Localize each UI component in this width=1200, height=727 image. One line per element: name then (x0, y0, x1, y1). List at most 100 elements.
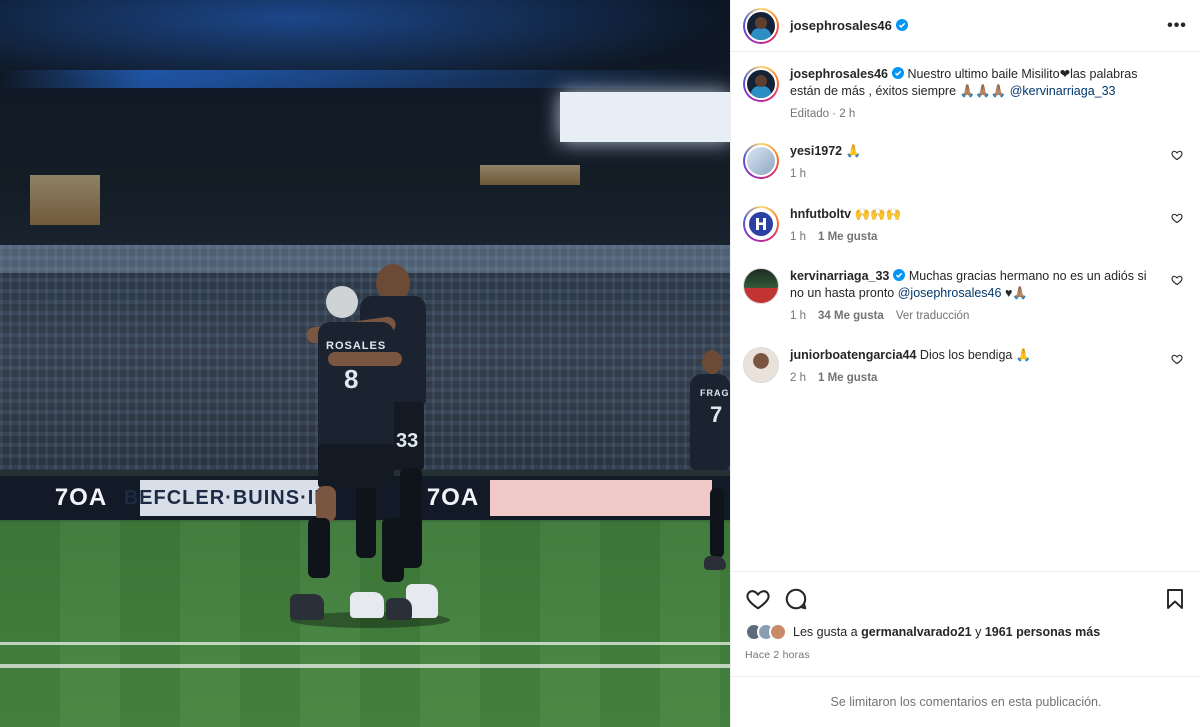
pitch-line (0, 664, 730, 668)
comment-username[interactable]: hnfutboltv (790, 207, 851, 221)
comment-username[interactable]: kervinarriaga_33 (790, 269, 889, 283)
comment-body: hnfutboltv 🙌🙌🙌 1 h 1 Me gusta (790, 206, 1160, 246)
player-number: 7 (710, 402, 723, 427)
post-sidebar: josephrosales46 ••• josephrosales46 Nues… (730, 0, 1200, 727)
player-boot (290, 594, 324, 620)
caption-username[interactable]: josephrosales46 (790, 67, 888, 81)
comment-time: 2 h (790, 372, 806, 384)
verified-badge-icon (895, 19, 908, 31)
player-boot (704, 556, 726, 570)
author-avatar-image (745, 9, 777, 42)
post-time: Hace 2 horas (745, 649, 810, 661)
author-username-text[interactable]: josephrosales46 (790, 18, 892, 33)
comment-text: 🙌🙌🙌 (854, 207, 902, 221)
player-head (326, 286, 358, 318)
comments-limited-notice: Se limitaron los comentarios en esta pub… (731, 676, 1200, 727)
comment-like-heart-icon[interactable] (1171, 212, 1183, 224)
player-leg (382, 518, 404, 582)
more-horizontal-icon[interactable]: ••• (1166, 15, 1188, 37)
caption-mention[interactable]: @kervinarriaga_33 (1010, 84, 1116, 98)
comment-avatar[interactable] (743, 347, 779, 383)
comment-avatar[interactable] (743, 268, 779, 304)
comment-avatar-image (745, 145, 777, 177)
player-shorts (318, 444, 394, 488)
ad-segment (490, 480, 712, 516)
comment-item: juniorboatengarcia44 Dios los bendiga 🙏 … (743, 347, 1187, 387)
verified-badge-icon (891, 67, 904, 79)
comment-text: Dios los bendiga 🙏 (919, 348, 1032, 362)
liker-avatar (769, 623, 787, 641)
instagram-post: 7OA BEFCLER·BUINS·INI 7OA 33 ROSALES 8 F… (0, 0, 1200, 727)
comment-body: juniorboatengarcia44 Dios los bendiga 🙏 … (790, 347, 1160, 387)
player-leg (316, 486, 336, 522)
post-caption: josephrosales46 Nuestro ultimo baile Mis… (743, 66, 1187, 123)
comment-trailing: ♥🙏🏽 (1004, 286, 1028, 300)
comment-meta: 1 h 1 Me gusta (790, 229, 1160, 246)
likes-first-user[interactable]: germanalvarado21 (861, 625, 971, 639)
concourse-window (480, 165, 580, 185)
comment-icon[interactable] (783, 586, 809, 612)
comment-time: 1 h (790, 231, 806, 243)
caption-avatar-image (745, 68, 777, 100)
bookmark-icon[interactable] (1163, 587, 1187, 611)
caption-avatar[interactable] (743, 66, 779, 102)
likes-summary[interactable]: Les gusta a germanalvarado21 y 1961 pers… (745, 623, 1187, 641)
likes-others[interactable]: 1961 personas más (985, 625, 1100, 639)
comment-likes[interactable]: 1 Me gusta (818, 229, 877, 246)
comment-username[interactable]: juniorboatengarcia44 (790, 348, 916, 362)
comment-item: kervinarriaga_33 Muchas gracias hermano … (743, 268, 1187, 325)
stadium-led-band (0, 70, 730, 88)
verified-badge-icon (893, 269, 906, 281)
post-header: josephrosales46 ••• (731, 0, 1200, 52)
likes-prefix: Les gusta a (793, 625, 858, 639)
comment-like-heart-icon[interactable] (1171, 353, 1183, 365)
author-username[interactable]: josephrosales46 (790, 18, 908, 33)
comment-item: hnfutboltv 🙌🙌🙌 1 h 1 Me gusta (743, 206, 1187, 246)
stadium-screen (560, 92, 730, 142)
likes-connector: y (975, 625, 982, 639)
player-boot (386, 598, 412, 620)
ad-segment: BEFCLER·BUINS·INI (124, 480, 335, 516)
heart-icon[interactable] (745, 586, 771, 612)
player-number: 8 (344, 364, 359, 394)
caption-meta: Editado · 2 h (790, 106, 1160, 123)
comment-meta: 1 h (790, 166, 1160, 183)
player-name: ROSALES (326, 340, 387, 352)
translate-link[interactable]: Ver traducción (896, 308, 970, 325)
comment-text: 🙏 (845, 144, 862, 158)
comment-avatar-image (745, 208, 777, 240)
comment-like-heart-icon[interactable] (1171, 274, 1183, 286)
player-arm (328, 352, 402, 366)
likes-text: Les gusta a germanalvarado21 y 1961 pers… (793, 625, 1100, 639)
comment-meta: 1 h 34 Me gusta Ver traducción (790, 308, 1160, 325)
pitch-line (0, 642, 730, 645)
comment-like-heart-icon[interactable] (1171, 149, 1183, 161)
comment-username[interactable]: yesi1972 (790, 144, 842, 158)
comment-avatar[interactable] (743, 143, 779, 179)
player-8: ROSALES 8 (290, 282, 412, 622)
player-leg (710, 488, 724, 558)
player-head (702, 350, 722, 374)
action-bar (745, 584, 1187, 614)
comment-body: kervinarriaga_33 Muchas gracias hermano … (790, 268, 1160, 325)
concourse-window (30, 175, 100, 225)
post-photo[interactable]: 7OA BEFCLER·BUINS·INI 7OA 33 ROSALES 8 F… (0, 0, 730, 727)
comment-body: yesi1972 🙏 1 h (790, 143, 1160, 183)
player-7: FRAGA 7 (686, 350, 730, 575)
author-avatar[interactable] (743, 7, 779, 44)
comment-likes[interactable]: 1 Me gusta (818, 370, 877, 387)
player-name: FRAGA (700, 388, 730, 398)
comment-time: 1 h (790, 310, 806, 322)
comment-meta: 2 h 1 Me gusta (790, 370, 1160, 387)
caption-body: josephrosales46 Nuestro ultimo baile Mis… (790, 66, 1160, 123)
caption-edited-time: Editado · 2 h (790, 108, 856, 120)
comment-mention[interactable]: @josephrosales46 (898, 286, 1002, 300)
comment-avatar[interactable] (743, 206, 779, 242)
hn-logo-icon (749, 212, 773, 236)
comment-likes[interactable]: 34 Me gusta (818, 308, 884, 325)
post-actions: Les gusta a germanalvarado21 y 1961 pers… (731, 571, 1200, 677)
ad-segment: 7OA (54, 484, 108, 511)
player-leg (308, 518, 330, 578)
comments-list[interactable]: josephrosales46 Nuestro ultimo baile Mis… (731, 52, 1200, 572)
comment-item: yesi1972 🙏 1 h (743, 143, 1187, 183)
